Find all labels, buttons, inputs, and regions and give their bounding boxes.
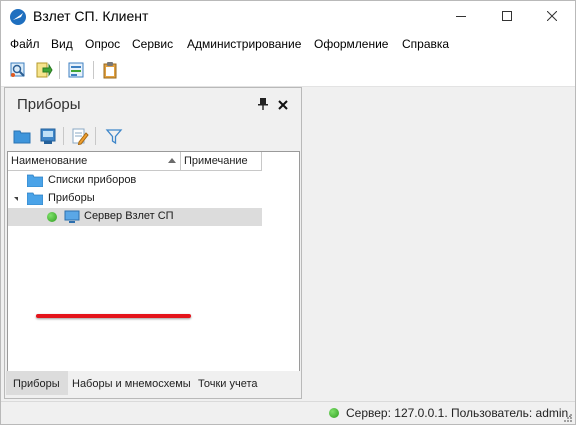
app-window: Взлет СП. Клиент Файл Вид Опрос Сервис А… [0, 0, 576, 425]
main-toolbar [1, 54, 575, 87]
pin-icon[interactable] [258, 98, 268, 110]
panel-toolbar [6, 124, 300, 150]
tree-item-label: Списки приборов [48, 174, 137, 186]
folder-icon [27, 192, 43, 205]
tab-metering-points[interactable]: Точки учета [192, 371, 268, 395]
column-header-label: Примечание [184, 155, 248, 167]
filter-icon[interactable] [105, 127, 123, 145]
tree-item-label: Сервер Взлет СП [84, 210, 174, 222]
clipboard-icon[interactable] [101, 61, 119, 79]
close-icon[interactable] [278, 99, 288, 110]
tab-label: Приборы [13, 378, 60, 390]
close-button[interactable] [529, 1, 575, 32]
panel-title: Приборы [17, 96, 81, 113]
menu-design[interactable]: Оформление [314, 37, 388, 51]
tab-sets-and-mnemonics[interactable]: Наборы и мнемосхемы [68, 371, 192, 395]
panel-tabs: Приборы Наборы и мнемосхемы Точки учета [6, 371, 300, 397]
menu-poll[interactable]: Опрос [85, 37, 120, 51]
column-header-name[interactable]: Наименование [8, 152, 181, 171]
menu-service[interactable]: Сервис [132, 37, 173, 51]
menu-file[interactable]: Файл [10, 37, 40, 51]
status-text: Сервер: 127.0.0.1. Пользователь: admin. [346, 406, 572, 420]
edit-icon[interactable] [71, 127, 89, 146]
red-underline-annotation [36, 314, 191, 318]
app-logo-icon [10, 9, 26, 25]
window-title: Взлет СП. Клиент [33, 8, 149, 24]
menu-admin[interactable]: Администрирование [187, 37, 301, 51]
find-device-icon[interactable] [9, 61, 27, 79]
tree-item-server[interactable]: Сервер Взлет СП [8, 208, 262, 226]
expand-arrow-icon[interactable] [14, 197, 18, 201]
minimize-button[interactable] [438, 1, 484, 32]
tree-item-label: Приборы [48, 192, 95, 204]
device-icon[interactable] [39, 127, 57, 145]
title-bar[interactable]: Взлет СП. Клиент [1, 1, 575, 32]
tab-label: Наборы и мнемосхемы [72, 378, 191, 390]
menu-bar: Файл Вид Опрос Сервис Администрирование … [1, 32, 575, 54]
computer-icon [64, 210, 80, 223]
devices-panel: Приборы Наименование Примечание Списки п… [4, 87, 302, 399]
export-icon[interactable] [35, 61, 53, 79]
tab-label: Точки учета [198, 378, 258, 390]
toolbar-separator [63, 127, 64, 145]
menu-view[interactable]: Вид [51, 37, 73, 51]
devices-tree-grid[interactable]: Наименование Примечание Списки приборов … [7, 151, 300, 372]
tree-item-device-lists[interactable]: Списки приборов [8, 172, 262, 190]
column-header-label: Наименование [11, 155, 88, 167]
sort-ascending-icon [168, 158, 176, 163]
toolbar-separator [93, 61, 94, 79]
connection-status-icon [329, 408, 339, 418]
folder-icon [27, 174, 43, 187]
toolbar-separator [59, 61, 60, 79]
status-bar: Сервер: 127.0.0.1. Пользователь: admin. [1, 401, 575, 424]
column-header-note[interactable]: Примечание [181, 152, 262, 171]
maximize-button[interactable] [484, 1, 530, 32]
online-status-icon [47, 212, 57, 222]
toolbar-separator [95, 127, 96, 145]
menu-help[interactable]: Справка [402, 37, 449, 51]
tab-devices[interactable]: Приборы [6, 371, 68, 395]
resize-grip-icon[interactable] [563, 413, 572, 422]
report-icon[interactable] [67, 61, 85, 79]
tree-item-devices[interactable]: Приборы [8, 190, 262, 208]
open-folder-icon[interactable] [13, 127, 31, 145]
